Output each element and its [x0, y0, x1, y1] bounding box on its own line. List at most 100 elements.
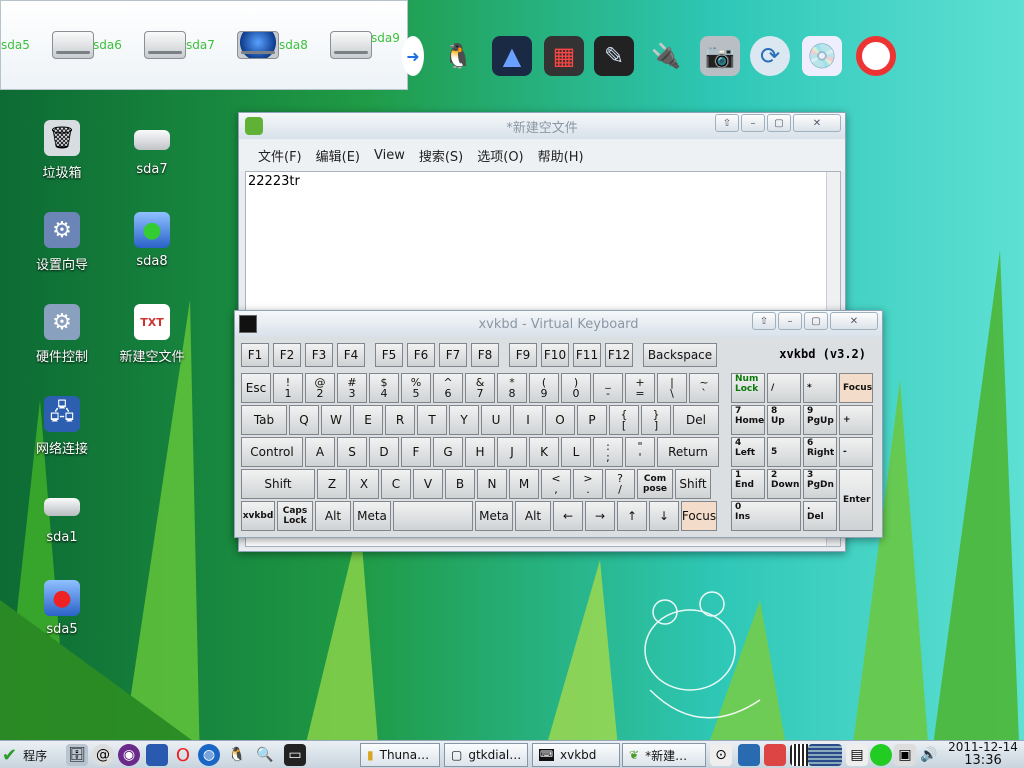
backspace-key[interactable]: Backspace: [643, 343, 717, 367]
numpad-key-focus[interactable]: Focus: [839, 373, 873, 403]
opera-icon[interactable]: O: [172, 744, 194, 766]
editor-titlebar[interactable]: *新建空文件 ⇧ – ▢ ✕: [239, 113, 845, 139]
key-b[interactable]: B: [445, 469, 475, 499]
task-xvkbd[interactable]: ⌨ xvkbd: [532, 743, 620, 767]
key-`[interactable]: ~ `: [689, 373, 719, 403]
key-j[interactable]: J: [497, 437, 527, 467]
usb-drive-icon[interactable]: 🔌: [646, 36, 686, 76]
key-f11[interactable]: F11: [573, 343, 601, 367]
key-o[interactable]: O: [545, 405, 575, 435]
numpad-key-symbol[interactable]: +: [839, 405, 873, 435]
at-sign-icon[interactable]: @: [92, 744, 114, 766]
arrow-icon[interactable]: ➜: [402, 36, 424, 76]
key-t[interactable]: T: [417, 405, 447, 435]
desktop-new-file[interactable]: TXT 新建空文件: [112, 304, 192, 365]
key-shift[interactable]: Shift: [675, 469, 711, 499]
clock[interactable]: 2011-12-14 13:36: [944, 741, 1022, 768]
numpad-key-symbol[interactable]: -: [839, 437, 873, 467]
key-2[interactable]: @2: [305, 373, 335, 403]
keyboard-titlebar[interactable]: xvkbd - Virtual Keyboard ⇧ – ▢ ✕: [235, 311, 882, 337]
numpad-key-7-home[interactable]: 7 Home: [731, 405, 765, 435]
key-f8[interactable]: F8: [471, 343, 499, 367]
numpad-key-5[interactable]: 5: [767, 437, 801, 467]
key-3[interactable]: #3: [337, 373, 367, 403]
menu-options[interactable]: 选项(O): [470, 146, 530, 165]
key-meta[interactable]: Meta: [475, 501, 513, 531]
desktop-network[interactable]: 🖧 网络连接: [22, 396, 102, 457]
key-symbol[interactable]: →: [585, 501, 615, 531]
monitor-icon[interactable]: [738, 744, 760, 766]
lifebuoy-icon[interactable]: [856, 36, 896, 76]
key-f3[interactable]: F3: [305, 343, 333, 367]
key-5[interactable]: % 5: [401, 373, 431, 403]
menu-search[interactable]: 搜索(S): [412, 146, 470, 165]
key-0[interactable]: ) 0: [561, 373, 591, 403]
key-caps-lock[interactable]: Caps Lock: [277, 501, 313, 531]
key-x[interactable]: X: [349, 469, 379, 499]
drive-sda9[interactable]: sda9: [371, 31, 400, 45]
key-symbol[interactable]: >.: [573, 469, 603, 499]
numpad-key-8-up[interactable]: 8 Up: [767, 405, 801, 435]
key-4[interactable]: $4: [369, 373, 399, 403]
key-c[interactable]: C: [381, 469, 411, 499]
key-s[interactable]: S: [337, 437, 367, 467]
maximize-button[interactable]: ▢: [804, 312, 828, 330]
shade-button[interactable]: ⇧: [752, 312, 776, 330]
key-f12[interactable]: F12: [605, 343, 633, 367]
minimize-button[interactable]: –: [778, 312, 802, 330]
key-f4[interactable]: F4: [337, 343, 365, 367]
key-g[interactable]: G: [433, 437, 463, 467]
key-n[interactable]: N: [477, 469, 507, 499]
key-d[interactable]: D: [369, 437, 399, 467]
key-l[interactable]: L: [561, 437, 591, 467]
key-v[interactable]: V: [413, 469, 443, 499]
drive-sda8[interactable]: sda8: [279, 31, 372, 59]
key-tab[interactable]: Tab: [241, 405, 287, 435]
maximize-button[interactable]: ▢: [767, 114, 791, 132]
key-symbol[interactable]: ←: [553, 501, 583, 531]
key-i[interactable]: I: [513, 405, 543, 435]
key-del[interactable]: Del: [673, 405, 719, 435]
key-meta[interactable]: Meta: [353, 501, 391, 531]
key-k[interactable]: K: [529, 437, 559, 467]
shade-button[interactable]: ⇧: [715, 114, 739, 132]
key-symbol[interactable]: {[: [609, 405, 639, 435]
close-button[interactable]: ✕: [793, 114, 841, 132]
key--[interactable]: _ -: [593, 373, 623, 403]
qq-penguin-icon[interactable]: 🐧: [438, 36, 478, 76]
network-status-icon[interactable]: [870, 744, 892, 766]
task-gtkdialog[interactable]: ▢ gtkdial…: [444, 743, 528, 767]
key-symbol[interactable]: ? /: [605, 469, 635, 499]
key-w[interactable]: W: [321, 405, 351, 435]
desktop-icon[interactable]: [146, 744, 168, 766]
workspace-pager-icon[interactable]: [808, 744, 842, 766]
key-f7[interactable]: F7: [439, 343, 467, 367]
key-p[interactable]: P: [577, 405, 607, 435]
key-h[interactable]: H: [465, 437, 495, 467]
key-y[interactable]: Y: [449, 405, 479, 435]
key-alt[interactable]: Alt: [315, 501, 351, 531]
desktop-sda7[interactable]: sda7: [112, 130, 192, 177]
key-f2[interactable]: F2: [273, 343, 301, 367]
key-1[interactable]: ! 1: [273, 373, 303, 403]
key-shift[interactable]: Shift: [241, 469, 315, 499]
numpad-key-2-down[interactable]: 2 Down: [767, 469, 801, 499]
media-player-icon[interactable]: ◉: [118, 744, 140, 766]
key-symbol[interactable]: ↑: [617, 501, 647, 531]
numpad-key-symbol[interactable]: *: [803, 373, 837, 403]
key-symbol[interactable]: <,: [541, 469, 571, 499]
desktop-sda5[interactable]: ● sda5: [22, 580, 102, 637]
key-symbol[interactable]: " ': [625, 437, 655, 467]
package-icon[interactable]: [764, 744, 786, 766]
qq-penguin-icon[interactable]: 🐧: [226, 744, 248, 766]
menu-view[interactable]: View: [367, 148, 412, 163]
globe-icon[interactable]: ◍: [198, 744, 220, 766]
key-f1[interactable]: F1: [241, 343, 269, 367]
key-return[interactable]: Return: [657, 437, 719, 467]
key-f6[interactable]: F6: [407, 343, 435, 367]
desktop-trash[interactable]: 🗑 垃圾箱: [22, 120, 102, 181]
numpad-key-num-lock[interactable]: Num Lock: [731, 373, 765, 403]
key-control[interactable]: Control: [241, 437, 303, 467]
key-z[interactable]: Z: [317, 469, 347, 499]
key-m[interactable]: M: [509, 469, 539, 499]
